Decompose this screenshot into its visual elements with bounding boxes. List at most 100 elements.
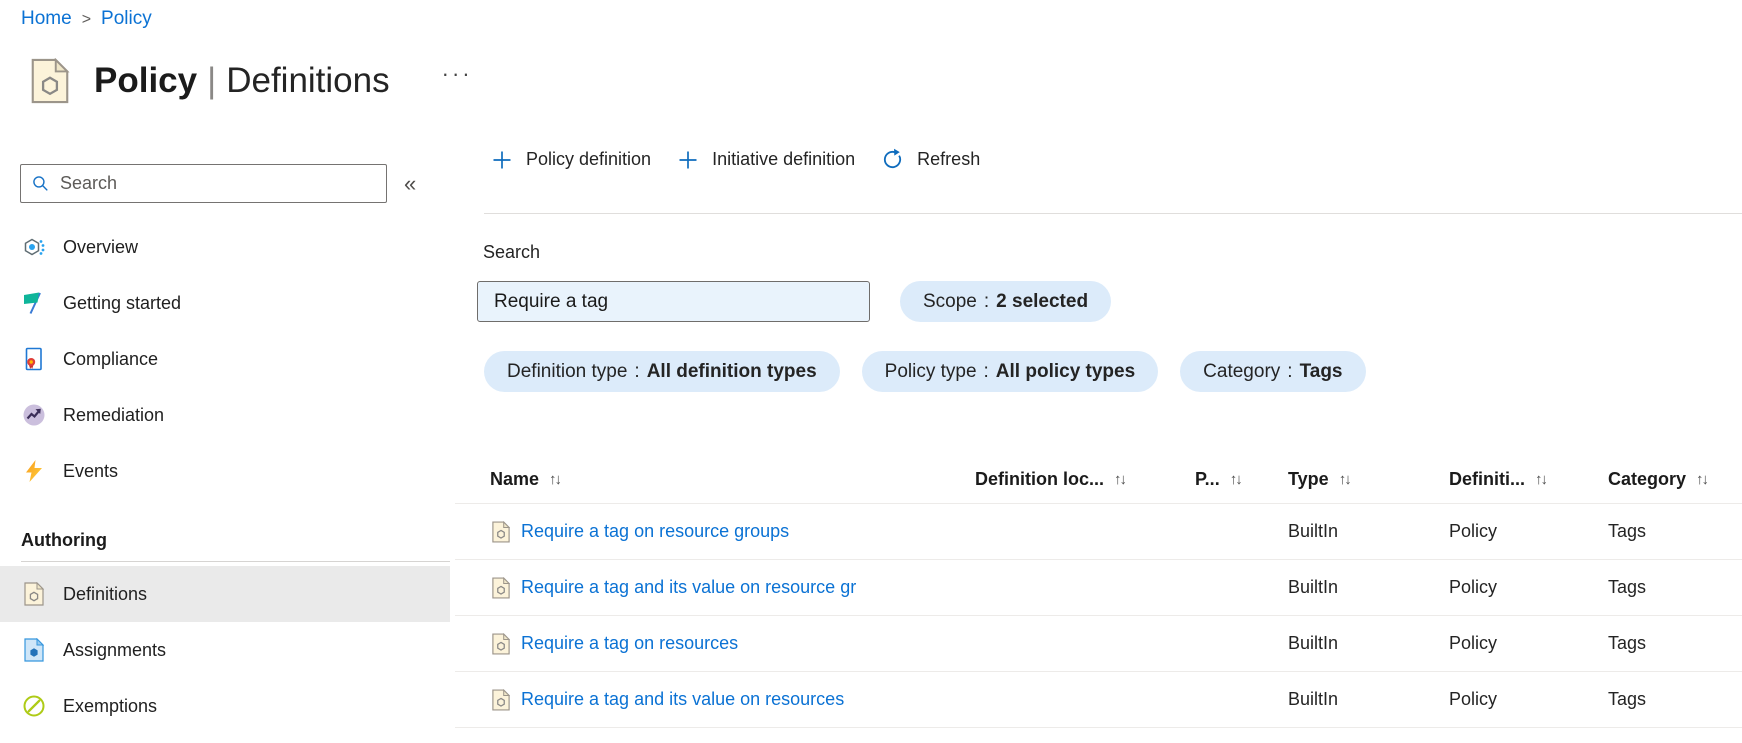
breadcrumb-separator: > xyxy=(81,10,92,28)
sidebar-item-compliance[interactable]: Compliance xyxy=(0,331,450,387)
column-label: Name xyxy=(490,468,540,489)
column-label: Definition loc... xyxy=(975,468,1104,489)
toolbar-button-label: Initiative definition xyxy=(712,149,856,169)
policy-type-filter-pill[interactable]: Policy type : All policy types xyxy=(861,351,1159,392)
table-row[interactable]: Require a tag on resource groups BuiltIn… xyxy=(455,503,1742,559)
sidebar-item-exemptions[interactable]: Exemptions xyxy=(0,678,450,734)
policy-definition-icon xyxy=(492,576,510,598)
search-icon xyxy=(33,175,48,191)
sidebar-item-label: Overview xyxy=(63,236,139,257)
sort-icon: ↑↓ xyxy=(1696,470,1709,488)
table-header-row: Name ↑↓ Definition loc... ↑↓ P... ↑↓ Typ… xyxy=(455,455,1742,503)
overview-icon xyxy=(22,235,46,259)
sidebar-item-label: Exemptions xyxy=(63,695,158,716)
sidebar-item-overview[interactable]: Overview xyxy=(0,219,450,275)
pill-separator: : xyxy=(983,290,990,312)
refresh-button[interactable]: Refresh xyxy=(881,148,980,171)
column-label: Category xyxy=(1608,468,1687,489)
definition-search-input[interactable] xyxy=(477,281,870,322)
table-row[interactable]: Require a tag and its value on resource … xyxy=(455,559,1742,615)
toolbar-button-label: Policy definition xyxy=(526,149,652,169)
column-header-policies[interactable]: P... ↑↓ xyxy=(1195,469,1288,490)
definitions-table: Name ↑↓ Definition loc... ↑↓ P... ↑↓ Typ… xyxy=(455,455,1742,728)
type-cell: BuiltIn xyxy=(1288,521,1339,541)
definition-type-cell: Policy xyxy=(1449,577,1498,597)
toolbar-button-label: Refresh xyxy=(917,149,981,169)
sidebar-search-input[interactable] xyxy=(60,173,376,194)
table-row[interactable]: Require a tag and its value on resources… xyxy=(455,671,1742,727)
sidebar-item-remediation[interactable]: Remediation xyxy=(0,387,450,443)
breadcrumb-link-home[interactable]: Home xyxy=(21,8,72,30)
name-cell: Require a tag on resource groups xyxy=(455,520,975,543)
policy-document-icon xyxy=(31,58,70,104)
sidebar-item-getting-started[interactable]: Getting started xyxy=(0,275,450,331)
pill-separator: : xyxy=(634,360,640,382)
column-header-category[interactable]: Category ↑↓ xyxy=(1608,469,1742,490)
column-header-definition-type[interactable]: Definiti... ↑↓ xyxy=(1449,469,1608,490)
sort-icon: ↑↓ xyxy=(1338,470,1352,488)
sidebar-section-authoring: Authoring xyxy=(21,529,107,550)
column-label: Type xyxy=(1288,468,1329,489)
pill-label: Scope xyxy=(923,290,977,312)
column-header-name[interactable]: Name ↑↓ xyxy=(455,469,975,490)
pill-label: Policy type xyxy=(884,360,977,382)
policy-definition-button[interactable]: Policy definition xyxy=(491,149,651,171)
remediation-icon xyxy=(22,403,46,427)
divider xyxy=(21,561,450,562)
category-filter-pill[interactable]: Category : Tags xyxy=(1180,351,1366,392)
column-header-type[interactable]: Type ↑↓ xyxy=(1288,469,1449,490)
divider xyxy=(484,213,1742,214)
definition-link[interactable]: Require a tag on resources xyxy=(521,633,738,654)
column-header-definition-location[interactable]: Definition loc... ↑↓ xyxy=(975,469,1195,490)
definition-type-cell: Policy xyxy=(1449,521,1498,541)
breadcrumb-link-policy[interactable]: Policy xyxy=(101,8,152,30)
refresh-icon xyxy=(884,148,902,169)
category-cell: Tags xyxy=(1608,521,1647,541)
sort-icon: ↑↓ xyxy=(549,470,562,488)
page-subtitle: Definitions xyxy=(226,61,390,100)
plus-icon xyxy=(493,151,511,168)
sidebar-item-events[interactable]: Events xyxy=(0,443,450,499)
type-cell: BuiltIn xyxy=(1288,577,1339,597)
content: Policy definition Initiative definition … xyxy=(455,140,1742,743)
sidebar-nav: Overview Getting started Compliance Reme… xyxy=(0,219,450,734)
sidebar-item-assignments[interactable]: Assignments xyxy=(0,622,450,678)
definitions-icon xyxy=(22,582,46,606)
sort-icon: ↑↓ xyxy=(1535,470,1548,488)
policy-definition-icon xyxy=(492,688,510,710)
filter-pills-row: Definition type : All definition types P… xyxy=(484,351,1366,392)
search-label: Search xyxy=(483,242,541,262)
sidebar-item-label: Events xyxy=(63,460,119,481)
page-title-separator: | xyxy=(207,61,217,100)
table-row[interactable]: Require a tag on resources BuiltIn Polic… xyxy=(455,615,1742,671)
sidebar-item-definitions[interactable]: Definitions xyxy=(0,566,450,622)
definition-type-cell: Policy xyxy=(1449,633,1498,653)
pill-label: Category xyxy=(1203,360,1281,382)
type-cell: BuiltIn xyxy=(1288,633,1339,653)
collapse-sidebar-icon[interactable]: « xyxy=(404,171,416,197)
pill-value: All policy types xyxy=(995,360,1136,382)
events-icon xyxy=(22,459,46,483)
pill-value: All definition types xyxy=(646,360,817,382)
more-options-icon[interactable]: ··· xyxy=(442,61,473,87)
scope-filter-pill[interactable]: Scope : 2 selected xyxy=(900,281,1112,322)
sidebar-item-label: Compliance xyxy=(63,348,159,369)
definition-type-filter-pill[interactable]: Definition type : All definition types xyxy=(484,351,840,392)
initiative-definition-button[interactable]: Initiative definition xyxy=(677,149,855,171)
definition-link[interactable]: Require a tag and its value on resource … xyxy=(521,577,856,598)
sidebar-item-label: Definitions xyxy=(63,583,148,604)
definition-link[interactable]: Require a tag and its value on resources xyxy=(521,689,844,710)
assignments-icon xyxy=(22,638,46,662)
pill-value: Tags xyxy=(1299,360,1343,382)
divider xyxy=(455,727,1742,728)
definition-link[interactable]: Require a tag on resource groups xyxy=(521,521,789,542)
sidebar-item-label: Assignments xyxy=(63,639,167,660)
policy-definition-icon xyxy=(492,632,510,654)
sidebar: « Overview Gettin xyxy=(0,140,450,743)
sort-icon: ↑↓ xyxy=(1114,470,1127,488)
name-cell: Require a tag and its value on resource … xyxy=(455,576,975,599)
toolbar: Policy definition Initiative definition … xyxy=(491,148,980,171)
sidebar-item-label: Remediation xyxy=(63,404,165,425)
sidebar-search-box[interactable] xyxy=(20,164,387,203)
pill-separator: : xyxy=(983,360,989,382)
